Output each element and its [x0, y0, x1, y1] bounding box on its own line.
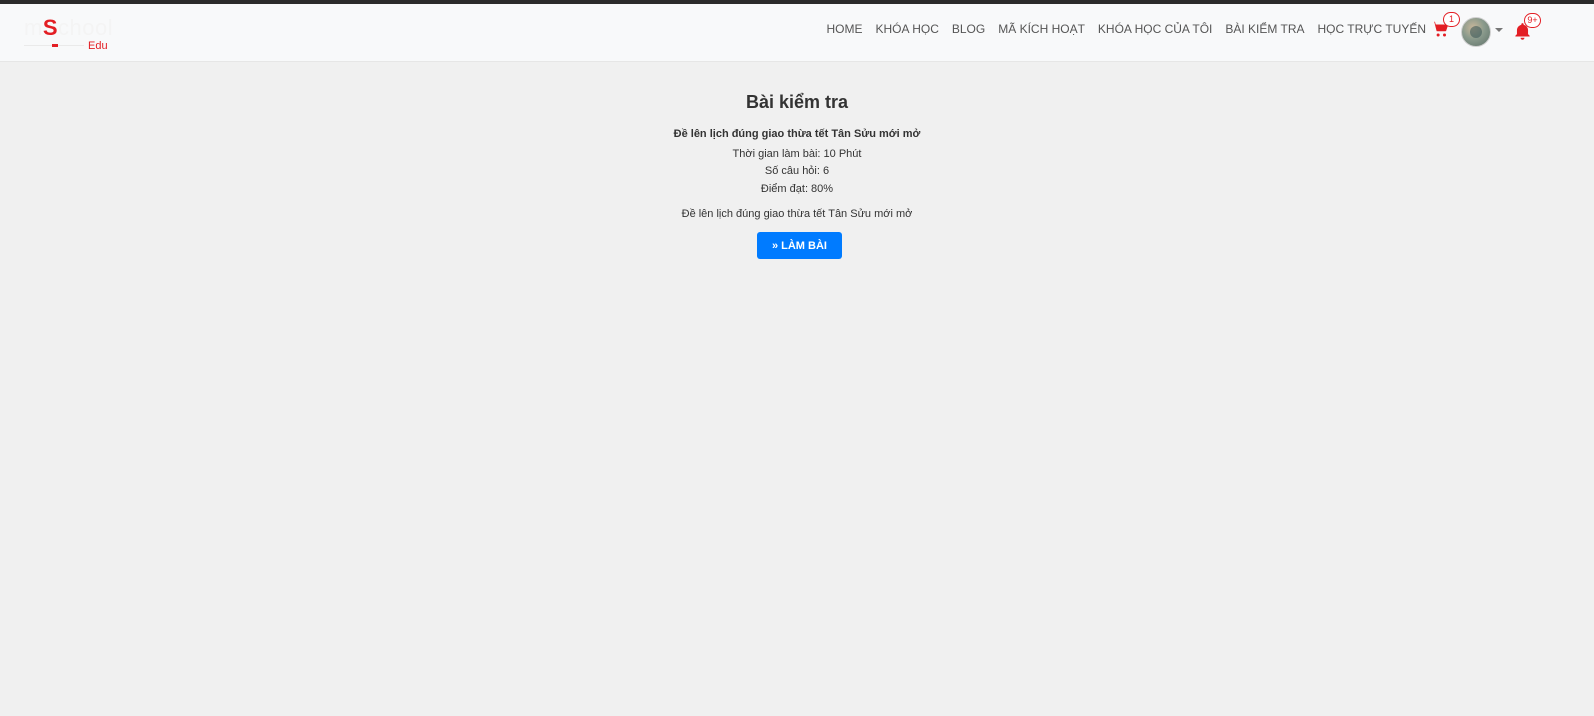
cart-button[interactable]: 1: [1431, 12, 1460, 40]
nav-item-home[interactable]: HOME: [827, 22, 863, 36]
site-logo[interactable]: mSchool Edu: [24, 14, 120, 52]
angles-right-icon: »: [772, 239, 779, 252]
logo-sub: Edu: [88, 40, 108, 52]
notifications-button[interactable]: 9+: [1513, 13, 1541, 43]
logo-text: mSchool: [24, 15, 114, 40]
quiz-name: Đề lên lịch đúng giao thừa tết Tân Sửu m…: [673, 128, 921, 140]
quiz-pass-score: Điểm đạt: 80%: [760, 183, 834, 195]
quiz-description: Đề lên lịch đúng giao thừa tết Tân Sửu m…: [681, 208, 913, 220]
avatar-image: [1470, 26, 1482, 38]
user-avatar[interactable]: [1461, 17, 1491, 47]
nav-item-my-courses[interactable]: KHÓA HỌC CỦA TÔI: [1098, 22, 1212, 36]
nav-item-online-learning[interactable]: HỌC TRỰC TUYẾN: [1318, 22, 1426, 36]
logo-dot: [52, 44, 58, 47]
chevron-down-icon[interactable]: [1495, 28, 1503, 32]
navbar: mSchool Edu HOME KHÓA HỌC BLOG MÃ KÍCH H…: [0, 4, 1594, 62]
cart-count-badge: 1: [1443, 12, 1460, 27]
quiz-time-limit: Thời gian làm bài: 10 Phút: [732, 148, 862, 160]
start-quiz-label: LÀM BÀI: [781, 239, 827, 252]
main-menu: HOME KHÓA HỌC BLOG MÃ KÍCH HOẠT KHÓA HỌC…: [827, 4, 1426, 54]
nav-item-courses[interactable]: KHÓA HỌC: [876, 22, 939, 36]
notification-count-badge: 9+: [1524, 13, 1541, 28]
quiz-question-count: Số câu hỏi: 6: [764, 165, 830, 177]
start-quiz-button[interactable]: » LÀM BÀI: [757, 232, 842, 259]
nav-item-blog[interactable]: BLOG: [952, 22, 985, 36]
nav-item-activation-code[interactable]: MÃ KÍCH HOẠT: [998, 22, 1085, 36]
page-title: Bài kiểm tra: [745, 92, 849, 112]
nav-item-tests[interactable]: BÀI KIỂM TRA: [1225, 22, 1304, 36]
